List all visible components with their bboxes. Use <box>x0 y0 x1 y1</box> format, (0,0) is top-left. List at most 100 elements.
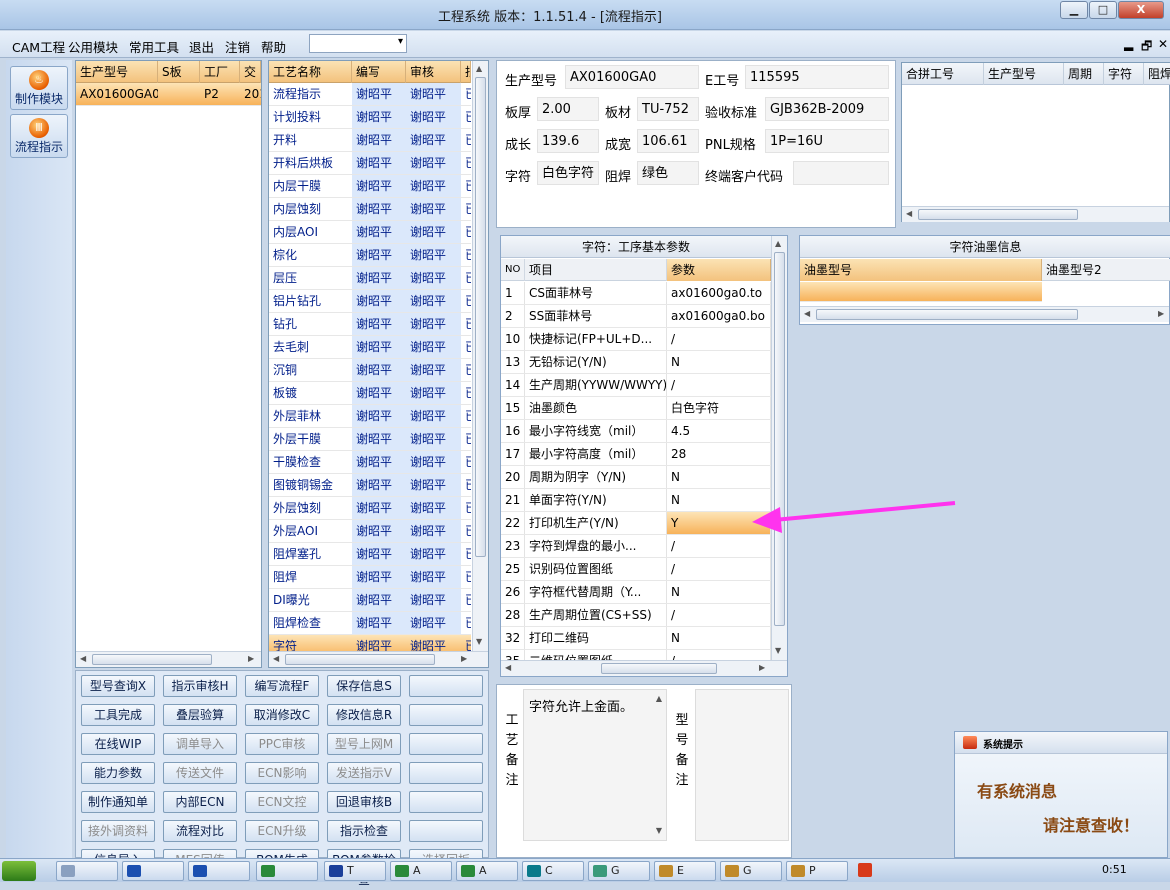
empty-button[interactable] <box>409 704 483 726</box>
action-button-1-2[interactable]: 取消修改C <box>245 704 319 726</box>
menu-public[interactable]: 公用模块 <box>68 37 118 56</box>
table-row[interactable]: 阻焊谢昭平谢昭平已 <box>269 566 471 589</box>
header-process[interactable]: 工艺名称 <box>269 61 352 83</box>
field-thick[interactable]: 2.00 <box>537 97 599 121</box>
scroll-thumb[interactable] <box>918 209 1078 220</box>
process-vscrollbar[interactable]: ▲ ▼ <box>472 61 488 651</box>
close-button[interactable]: X <box>1118 1 1164 19</box>
header-model[interactable]: 生产型号 <box>76 61 158 83</box>
header-param[interactable]: 参数 <box>667 259 771 281</box>
scroll-up-icon[interactable]: ▲ <box>476 64 482 73</box>
field-eng[interactable]: 115595 <box>745 65 889 89</box>
action-button-4-0[interactable]: 制作通知单 <box>81 791 155 813</box>
taskbar-app[interactable]: P <box>786 861 848 881</box>
field-material[interactable]: TU-752 <box>637 97 699 121</box>
menu-tools[interactable]: 常用工具 <box>129 37 179 56</box>
table-row[interactable]: 外层干膜谢昭平谢昭平已 <box>269 428 471 451</box>
header-merge-cycle[interactable]: 周期 <box>1064 63 1104 85</box>
table-row[interactable]: 阻焊塞孔谢昭平谢昭平已 <box>269 543 471 566</box>
taskbar-app[interactable]: T <box>324 861 386 881</box>
table-row[interactable]: 沉铜谢昭平谢昭平已 <box>269 359 471 382</box>
header-factory[interactable]: 工厂 <box>200 61 240 83</box>
scroll-thumb[interactable] <box>475 77 486 557</box>
table-row[interactable]: 13 无铅标记(Y/N) N <box>501 351 771 374</box>
table-row[interactable]: 外层蚀刻谢昭平谢昭平已 <box>269 497 471 520</box>
scroll-thumb[interactable] <box>774 252 785 626</box>
table-row[interactable]: 开料后烘板谢昭平谢昭平已 <box>269 152 471 175</box>
header-merge-char[interactable]: 字符 <box>1104 63 1144 85</box>
table-row[interactable]: 32 打印二维码 N <box>501 627 771 650</box>
table-row[interactable]: 23 字符到焊盘的最小... / <box>501 535 771 558</box>
table-row[interactable]: AX01600GA0 P2 201 <box>76 83 261 106</box>
table-row[interactable]: 外层AOI谢昭平谢昭平已 <box>269 520 471 543</box>
start-button[interactable] <box>2 861 36 881</box>
header-ink-type2[interactable]: 油墨型号2 <box>1042 259 1170 281</box>
empty-button[interactable] <box>409 675 483 697</box>
action-button-3-1[interactable]: 传送文件 <box>163 762 237 784</box>
field-customer[interactable] <box>793 161 889 185</box>
action-button-4-2[interactable]: ECN文控 <box>245 791 319 813</box>
empty-button[interactable] <box>409 762 483 784</box>
table-row[interactable]: 钻孔谢昭平谢昭平已 <box>269 313 471 336</box>
table-row[interactable]: 内层蚀刻谢昭平谢昭平已 <box>269 198 471 221</box>
field-standard[interactable]: GJB362B-2009 <box>765 97 889 121</box>
table-row[interactable]: 1 CS面菲林号 ax01600ga0.to <box>501 282 771 305</box>
table-row[interactable]: 铝片钻孔谢昭平谢昭平已 <box>269 290 471 313</box>
table-row[interactable]: 2 SS面菲林号 ax01600ga0.bo <box>501 305 771 328</box>
child-restore-icon[interactable]: 🗗 <box>1141 37 1152 58</box>
scroll-down-icon[interactable]: ▼ <box>476 637 482 646</box>
header-approve[interactable]: 批 <box>461 61 471 83</box>
maximize-button[interactable]: □ <box>1089 1 1117 19</box>
action-button-5-1[interactable]: 流程对比 <box>163 820 237 842</box>
table-row[interactable]: 图镀铜锡金谢昭平谢昭平已 <box>269 474 471 497</box>
header-ink-type[interactable]: 油墨型号 <box>800 259 1042 281</box>
orders-hscrollbar[interactable]: ◀ ▶ <box>76 651 261 667</box>
table-row[interactable]: 计划投料谢昭平谢昭平已 <box>269 106 471 129</box>
scroll-thumb[interactable] <box>285 654 435 665</box>
action-button-0-2[interactable]: 编写流程F <box>245 675 319 697</box>
sidebar-item-make-module[interactable]: ♨ 制作模块 <box>10 66 68 110</box>
menu-dropdown[interactable] <box>309 34 407 53</box>
action-button-3-0[interactable]: 能力参数 <box>81 762 155 784</box>
table-row[interactable]: 16 最小字符线宽（mil） 4.5 <box>501 420 771 443</box>
empty-button[interactable] <box>409 820 483 842</box>
menu-logout[interactable]: 注销 <box>225 37 250 56</box>
table-row[interactable]: 35二维码位置图纸/ <box>501 650 771 660</box>
scroll-left-icon[interactable]: ◀ <box>906 209 912 218</box>
process-hscrollbar[interactable]: ◀ ▶ <box>269 651 488 667</box>
header-writer[interactable]: 编写 <box>352 61 406 83</box>
scroll-left-icon[interactable]: ◀ <box>804 309 810 318</box>
child-minimize-icon[interactable]: ▂ <box>1124 37 1133 51</box>
action-button-5-3[interactable]: 指示检查 <box>327 820 401 842</box>
table-row[interactable]: 21 单面字符(Y/N) N <box>501 489 771 512</box>
scroll-down-icon[interactable]: ▼ <box>775 646 781 655</box>
scroll-down-icon[interactable]: ▼ <box>656 826 662 835</box>
scroll-thumb[interactable] <box>816 309 1078 320</box>
taskbar-app[interactable]: E <box>654 861 716 881</box>
table-row[interactable]: 25 识别码位置图纸 / <box>501 558 771 581</box>
taskbar-app[interactable]: G <box>720 861 782 881</box>
header-merge-no[interactable]: 合拼工号 <box>902 63 984 85</box>
minimize-button[interactable]: ▁ <box>1060 1 1088 19</box>
action-button-1-0[interactable]: 工具完成 <box>81 704 155 726</box>
action-button-3-2[interactable]: ECN影响 <box>245 762 319 784</box>
scroll-right-icon[interactable]: ▶ <box>1158 309 1164 318</box>
table-row[interactable]: 流程指示谢昭平谢昭平已 <box>269 83 471 106</box>
menu-cam[interactable]: CAM工程 <box>12 37 65 56</box>
scroll-right-icon[interactable]: ▶ <box>461 654 467 663</box>
table-row[interactable]: 14 生产周期(YYWW/WWYY) / <box>501 374 771 397</box>
action-button-2-1[interactable]: 调单导入 <box>163 733 237 755</box>
scroll-up-icon[interactable]: ▲ <box>656 694 662 703</box>
ink-hscrollbar[interactable]: ◀ ▶ <box>800 306 1169 322</box>
table-row[interactable]: 干膜检查谢昭平谢昭平已 <box>269 451 471 474</box>
header-merge-model[interactable]: 生产型号 <box>984 63 1064 85</box>
taskbar-app[interactable]: C <box>522 861 584 881</box>
table-row[interactable]: 28 生产周期位置(CS+SS) / <box>501 604 771 627</box>
table-row[interactable]: 开料谢昭平谢昭平已 <box>269 129 471 152</box>
scroll-right-icon[interactable]: ▶ <box>248 654 254 663</box>
action-button-3-3[interactable]: 发送指示V <box>327 762 401 784</box>
process-remark-field[interactable]: 字符允许上金面。 ▲ ▼ <box>523 689 667 841</box>
scroll-up-icon[interactable]: ▲ <box>775 239 781 248</box>
empty-button[interactable] <box>409 791 483 813</box>
scroll-left-icon[interactable]: ◀ <box>80 654 86 663</box>
